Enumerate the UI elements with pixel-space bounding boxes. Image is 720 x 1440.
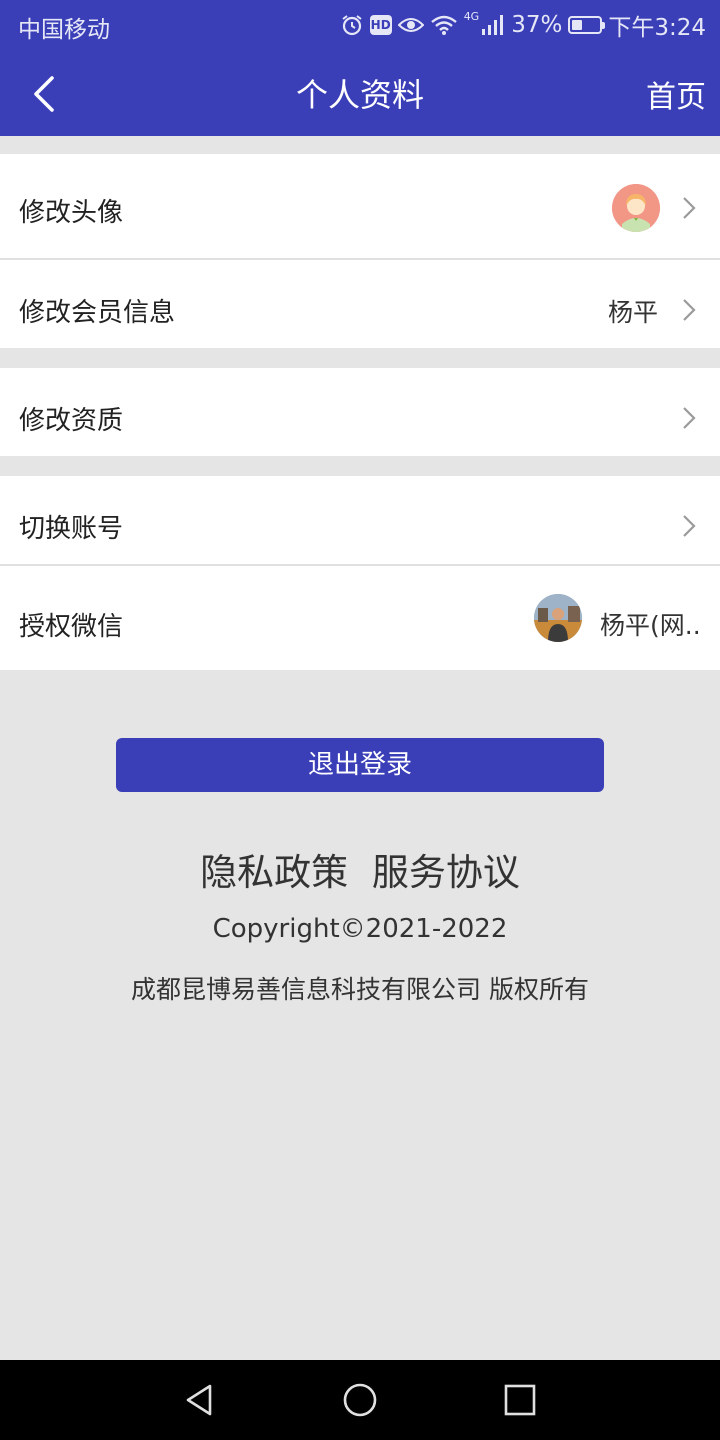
- switch-account-row[interactable]: 切换账号: [0, 476, 720, 564]
- chevron-right-icon: [683, 407, 696, 429]
- hd-icon: HD: [369, 15, 392, 35]
- user-avatar: [612, 184, 660, 232]
- home-link[interactable]: 首页: [646, 72, 706, 116]
- recents-square-icon[interactable]: [500, 1380, 540, 1420]
- chevron-right-icon: [683, 515, 696, 537]
- switch-account-label: 切换账号: [19, 514, 124, 544]
- clock-time: 下午3:24: [608, 15, 706, 41]
- edit-qualification-row[interactable]: 修改资质: [0, 368, 720, 456]
- home-circle-icon[interactable]: [340, 1380, 380, 1420]
- battery-percent: 37%: [511, 12, 563, 38]
- privacy-policy-link[interactable]: 隐私政策: [200, 842, 348, 896]
- network-type: 4G: [463, 9, 480, 23]
- service-agreement-link[interactable]: 服务协议: [372, 842, 520, 896]
- carrier-name: 中国移动: [18, 17, 110, 43]
- default-avatar-icon: [612, 184, 660, 232]
- chevron-right-icon: [683, 299, 696, 321]
- signal-icon: [482, 15, 504, 35]
- edit-member-info-row[interactable]: 修改会员信息 杨平: [0, 260, 720, 348]
- battery-level-fill: [572, 20, 583, 30]
- wifi-icon: [430, 15, 457, 35]
- app-header: 中国移动 HD 4G 37% 下午3:24 个人资料 首页: [0, 0, 720, 136]
- edit-qualification-label: 修改资质: [19, 406, 124, 436]
- status-icons: HD 4G 37% 下午3:24: [334, 9, 706, 41]
- back-triangle-icon[interactable]: [180, 1380, 220, 1420]
- page-title: 个人资料: [295, 76, 424, 114]
- wechat-nickname: 杨平(网..: [600, 611, 701, 640]
- member-name: 杨平: [608, 298, 659, 327]
- eye-icon: [397, 18, 424, 32]
- authorize-wechat-row[interactable]: 授权微信 杨平(网..: [0, 566, 720, 670]
- edit-avatar-row[interactable]: 修改头像: [0, 154, 720, 258]
- status-bar: 中国移动 HD 4G 37% 下午3:24: [0, 0, 720, 50]
- battery-icon: [568, 16, 606, 34]
- alarm-icon: [342, 15, 362, 36]
- copyright-text: Copyright©2021-2022: [212, 914, 508, 944]
- company-text: 成都昆博易善信息科技有限公司 版权所有: [131, 975, 589, 1004]
- edit-avatar-label: 修改头像: [19, 198, 124, 228]
- footer-links: 隐私政策 服务协议: [0, 842, 720, 896]
- chevron-right-icon: [683, 197, 696, 219]
- wechat-avatar-photo: [534, 594, 582, 642]
- authorize-wechat-label: 授权微信: [19, 612, 124, 642]
- chevron-left-icon[interactable]: [26, 72, 66, 116]
- edit-member-info-label: 修改会员信息: [19, 298, 176, 328]
- logout-button[interactable]: 退出登录: [116, 738, 604, 792]
- navigation-bar: 个人资料 首页: [0, 50, 720, 136]
- system-navigation-bar: [0, 1360, 720, 1440]
- wechat-avatar: [534, 594, 582, 642]
